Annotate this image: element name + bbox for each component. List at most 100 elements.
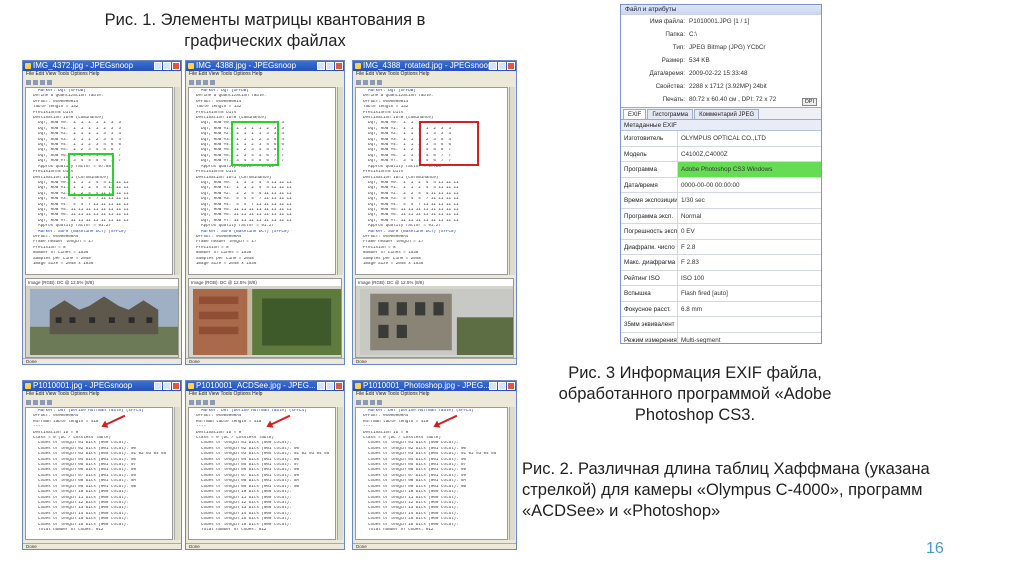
window-titlebar[interactable]: P1010001.jpg - JPEGsnoop [23, 381, 181, 391]
print-icon[interactable] [203, 399, 208, 405]
minimize-button[interactable] [154, 62, 162, 70]
report-log[interactable]: *** Marker: DHT (Define Huffman Table) (… [25, 407, 173, 540]
exif-row[interactable]: Фокусное расст. 6.8 mm [621, 301, 821, 317]
window-title: P1010001_ACDSee.jpg - JPEG... [196, 381, 316, 390]
exif-row[interactable]: Программа Adobe Photoshop CS3 Windows [621, 162, 821, 178]
exif-row[interactable]: Программа эксп. Normal [621, 208, 821, 224]
log-scrollbar[interactable] [174, 87, 180, 275]
minimize-button[interactable] [154, 382, 162, 390]
close-button[interactable] [507, 382, 515, 390]
menu-bar[interactable]: File Edit View Tools Options Help [353, 391, 516, 398]
exif-key: Дата/время [621, 177, 678, 192]
print-icon[interactable] [370, 399, 375, 405]
print-icon[interactable] [370, 79, 375, 85]
close-button[interactable] [172, 62, 180, 70]
save-icon[interactable] [363, 399, 368, 405]
log-scrollbar[interactable] [509, 407, 515, 540]
file-attribute-row: Свойства: 2288 x 1712 (3.92MP) 24bit [621, 82, 821, 92]
log-scrollbar[interactable] [174, 407, 180, 540]
tab-exif[interactable]: EXIF [623, 109, 647, 119]
maximize-button[interactable] [326, 62, 334, 70]
exif-row[interactable]: Диафрагм. число F 2.8 [621, 239, 821, 255]
exif-row[interactable]: Дата/время 0000-00-00 00:00:00 [621, 177, 821, 193]
print-icon[interactable] [40, 79, 45, 85]
help-icon[interactable] [377, 399, 382, 405]
save-icon[interactable] [196, 79, 201, 85]
minimize-button[interactable] [317, 62, 325, 70]
menu-bar[interactable]: File Edit View Tools Options Help [23, 71, 181, 78]
window-titlebar[interactable]: IMG_4388.jpg - JPEGsnoop [186, 61, 344, 71]
close-button[interactable] [335, 382, 343, 390]
close-button[interactable] [335, 62, 343, 70]
window-titlebar[interactable]: P1010001_Photoshop.jpg - JPEG... [353, 381, 516, 391]
file-attributes-title: Файл и атрибуты [621, 5, 821, 15]
close-button[interactable] [172, 382, 180, 390]
tab-jpeg-comment[interactable]: Комментарий JPEG [694, 109, 760, 119]
save-icon[interactable] [363, 79, 368, 85]
dpi-button[interactable]: DPI [801, 98, 817, 106]
save-icon[interactable] [33, 79, 38, 85]
report-log[interactable]: *** Marker: DHT (Define Huffman Table) (… [355, 407, 508, 540]
maximize-button[interactable] [163, 382, 171, 390]
maximize-button[interactable] [498, 62, 506, 70]
save-icon[interactable] [33, 399, 38, 405]
status-bar: Done [353, 358, 516, 364]
log-scrollbar[interactable] [337, 407, 343, 540]
close-button[interactable] [507, 62, 515, 70]
exif-row[interactable]: Режим измерения Multi-segment [621, 332, 821, 343]
exif-row[interactable]: 35мм эквивалент [621, 317, 821, 333]
minimize-button[interactable] [489, 62, 497, 70]
quant-table-highlight [68, 153, 114, 196]
window-titlebar[interactable]: P1010001_ACDSee.jpg - JPEG... [186, 381, 344, 391]
help-icon[interactable] [47, 399, 52, 405]
report-log[interactable]: *** Marker: DQT (xFFDB) *** Define a Qua… [188, 87, 336, 275]
exif-row[interactable]: Макс. диафрагма F 2.83 [621, 255, 821, 271]
exif-row[interactable]: Погрешность экспо 0 EV [621, 224, 821, 240]
exif-row[interactable]: Модель C4100Z,C4000Z [621, 146, 821, 162]
minimize-button[interactable] [317, 382, 325, 390]
open-icon[interactable] [356, 79, 361, 85]
print-icon[interactable] [203, 79, 208, 85]
open-icon[interactable] [189, 399, 194, 405]
log-scrollbar[interactable] [509, 87, 515, 275]
help-icon[interactable] [377, 79, 382, 85]
exif-row[interactable]: Время экспозиции 1/30 sec [621, 193, 821, 209]
menu-bar[interactable]: File Edit View Tools Options Help [186, 71, 344, 78]
menu-bar[interactable]: File Edit View Tools Options Help [353, 71, 516, 78]
exif-row[interactable]: Вспышка Flash fired [auto] [621, 286, 821, 302]
file-attributes-section: Файл и атрибуты Имя файла: P1010001.JPG [… [621, 5, 821, 108]
tab-histogram[interactable]: Гистограмма [647, 109, 694, 119]
jpegsnoop-window-2: IMG_4388.jpg - JPEGsnoop File Edit View … [185, 60, 345, 365]
exif-row[interactable]: Изготовитель OLYMPUS OPTICAL CO.,LTD [621, 131, 821, 147]
file-attribute-row: Тип: JPEG Bitmap (JPG) YCbCr [621, 43, 821, 53]
app-icon [355, 63, 361, 69]
maximize-button[interactable] [163, 62, 171, 70]
help-icon[interactable] [47, 79, 52, 85]
print-icon[interactable] [40, 399, 45, 405]
help-icon[interactable] [210, 399, 215, 405]
window-titlebar[interactable]: IMG_4372.jpg - JPEGsnoop [23, 61, 181, 71]
open-icon[interactable] [356, 399, 361, 405]
save-icon[interactable] [196, 399, 201, 405]
open-icon[interactable] [26, 79, 31, 85]
maximize-button[interactable] [498, 382, 506, 390]
log-line: Total number of codes: 012 [28, 527, 104, 532]
file-attribute-label: Имя файла: [649, 18, 685, 25]
report-log[interactable]: *** Marker: DHT (Define Huffman Table) (… [188, 407, 336, 540]
menu-bar[interactable]: File Edit View Tools Options Help [23, 391, 181, 398]
report-log[interactable]: *** Marker: DQT (xFFDB) *** Define a Qua… [355, 87, 508, 275]
window-titlebar[interactable]: IMG_4388_rotated.jpg - JPEGsnoop [353, 61, 516, 71]
open-icon[interactable] [26, 399, 31, 405]
log-scrollbar[interactable] [337, 87, 343, 275]
help-icon[interactable] [210, 79, 215, 85]
exif-row[interactable]: Рейтинг ISO ISO 100 [621, 270, 821, 286]
menu-bar[interactable]: File Edit View Tools Options Help [186, 391, 344, 398]
minimize-button[interactable] [489, 382, 497, 390]
window-title: IMG_4372.jpg - JPEGsnoop [33, 61, 134, 70]
toolbar [186, 398, 344, 406]
maximize-button[interactable] [326, 382, 334, 390]
open-icon[interactable] [189, 79, 194, 85]
file-attribute-label: Папка: [665, 31, 685, 38]
file-attribute-label: Дата/время: [649, 70, 685, 77]
figure2-caption-line2: стрелкой) для камеры «Olympus C-4000», п… [522, 481, 923, 499]
